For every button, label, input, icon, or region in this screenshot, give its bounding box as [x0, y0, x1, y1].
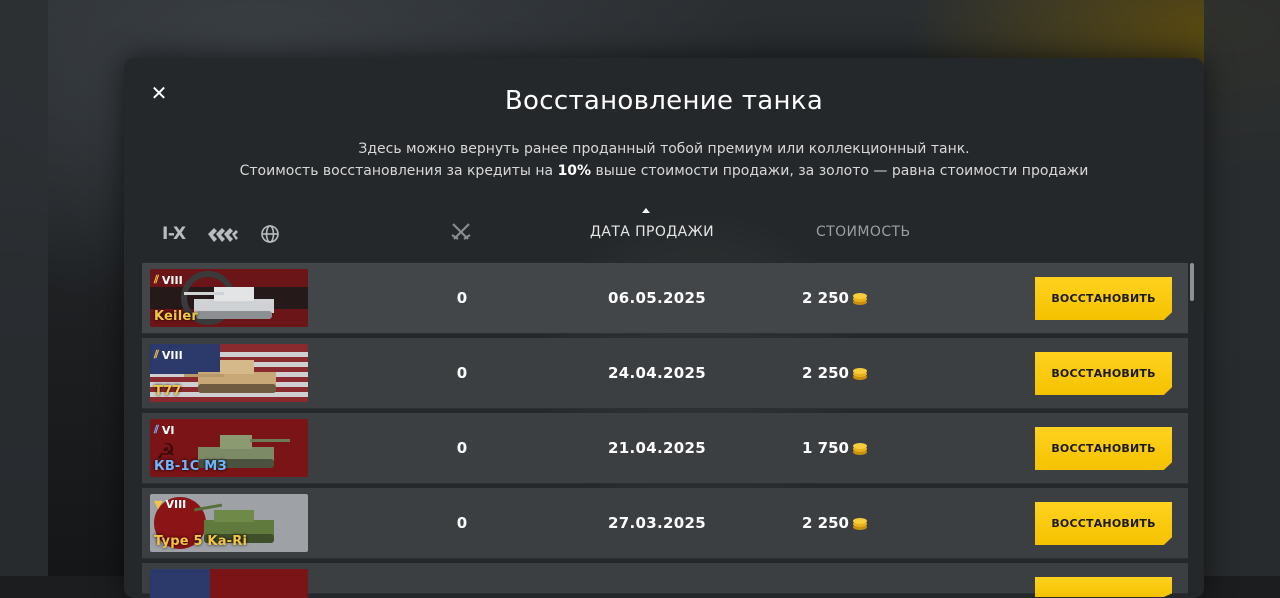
- premium-triangle-icon: ▼: [154, 498, 163, 511]
- table-row: ☭ ⫽ VI КВ-1С МЗ 0 21.04.2025 1 750 ВОССТА…: [142, 413, 1188, 484]
- modal-description: Здесь можно вернуть ранее проданный тобо…: [124, 138, 1204, 182]
- battles-count: 0: [456, 514, 468, 532]
- tank-name: КВ-1С МЗ: [154, 459, 227, 474]
- restore-cost: 2 250: [802, 514, 912, 532]
- restore-tank-modal: ✕ Восстановление танка Здесь можно верну…: [124, 58, 1204, 598]
- tank-name: Type 5 Ka-Ri: [154, 534, 248, 549]
- cost-value: 2 250: [802, 289, 849, 307]
- column-header-cost[interactable]: СТОИМОСТЬ: [816, 224, 910, 240]
- tank-tier: ⫽ VIII: [154, 348, 183, 362]
- restore-button[interactable]: ВОССТАНОВИТЬ: [1035, 502, 1172, 545]
- collector-stripes-icon: ⫽: [154, 423, 159, 436]
- tier-label: VIII: [161, 348, 183, 362]
- description-text: выше стоимости продажи, за золото — равн…: [591, 163, 1089, 179]
- sort-ascending-icon: [642, 208, 650, 213]
- table-row: ⫽ VIII T77 0 24.04.2025 2 250 ВОССТАНОВИТ…: [142, 338, 1188, 409]
- table-row: ⫽ VIII Keiler 0 06.05.2025 2 250 ВОССТАНО…: [142, 263, 1188, 334]
- tank-tier: ▼ VIII: [154, 498, 186, 511]
- tank-tier: ⫽ VIII: [154, 273, 183, 287]
- sale-date: 27.03.2025: [608, 514, 706, 532]
- restore-cost: 1 750: [802, 439, 912, 457]
- battles-count: 0: [456, 289, 468, 307]
- table-row: ▼ VIII Type 5 Ka-Ri 0 27.03.2025 2 250 ВО…: [142, 488, 1188, 559]
- gold-coin-icon: [852, 443, 867, 455]
- tank-card[interactable]: ⫽ VIII T77: [150, 344, 308, 402]
- tier-filter-button[interactable]: I-X: [162, 224, 186, 244]
- gold-coin-icon: [852, 293, 867, 305]
- restore-button[interactable]: [1035, 577, 1172, 597]
- flag-icon: [150, 569, 308, 598]
- background-right-panel: [1204, 0, 1280, 576]
- tank-card[interactable]: [150, 569, 308, 598]
- tank-name: Keiler: [154, 309, 199, 324]
- tank-type-filter-icon[interactable]: [207, 226, 238, 242]
- column-header-date[interactable]: ДАТА ПРОДАЖИ: [590, 224, 714, 240]
- restore-cost: 2 250: [802, 289, 912, 307]
- description-percent: 10%: [557, 163, 592, 179]
- gold-coin-icon: [852, 368, 867, 380]
- cost-value: 1 750: [802, 439, 849, 457]
- battles-count: 0: [456, 364, 468, 382]
- gold-coin-icon: [852, 518, 867, 530]
- sale-date: 21.04.2025: [608, 439, 706, 457]
- tier-label: VIII: [165, 498, 187, 511]
- cost-value: 2 250: [802, 514, 849, 532]
- battles-count: 0: [456, 439, 468, 457]
- tank-card[interactable]: ▼ VIII Type 5 Ka-Ri: [150, 494, 308, 552]
- nation-globe-icon[interactable]: [260, 224, 280, 244]
- tank-name: T77: [154, 384, 182, 399]
- tank-image: [184, 287, 274, 319]
- sale-date: 24.04.2025: [608, 364, 706, 382]
- background-left-panel: [0, 0, 48, 576]
- table-row: [142, 563, 1188, 598]
- premium-stripes-icon: ⫽: [154, 348, 159, 361]
- premium-stripes-icon: ⫽: [154, 273, 159, 286]
- tank-image: [184, 360, 276, 393]
- tank-card[interactable]: ⫽ VIII Keiler: [150, 269, 308, 327]
- description-line-1: Здесь можно вернуть ранее проданный тобо…: [358, 141, 970, 157]
- description-text: Стоимость восстановления за кредиты на: [239, 163, 558, 179]
- tier-label: VI: [161, 423, 175, 437]
- scrollbar[interactable]: [1190, 263, 1194, 301]
- restore-button[interactable]: ВОССТАНОВИТЬ: [1035, 352, 1172, 395]
- description-line-2: Стоимость восстановления за кредиты на 1…: [124, 160, 1204, 182]
- tank-card[interactable]: ☭ ⫽ VI КВ-1С МЗ: [150, 419, 308, 477]
- sale-date: 06.05.2025: [608, 289, 706, 307]
- tier-label: VIII: [161, 273, 183, 287]
- tank-tier: ⫽ VI: [154, 423, 175, 437]
- crossed-swords-icon[interactable]: [450, 222, 472, 246]
- cost-value: 2 250: [802, 364, 849, 382]
- restore-button[interactable]: ВОССТАНОВИТЬ: [1035, 427, 1172, 470]
- restore-cost: 2 250: [802, 364, 912, 382]
- tank-list: ⫽ VIII Keiler 0 06.05.2025 2 250 ВОССТАНО…: [142, 263, 1188, 598]
- modal-title: Восстановление танка: [504, 86, 824, 116]
- filter-bar: I-X: [162, 222, 280, 246]
- restore-button[interactable]: ВОССТАНОВИТЬ: [1035, 277, 1172, 320]
